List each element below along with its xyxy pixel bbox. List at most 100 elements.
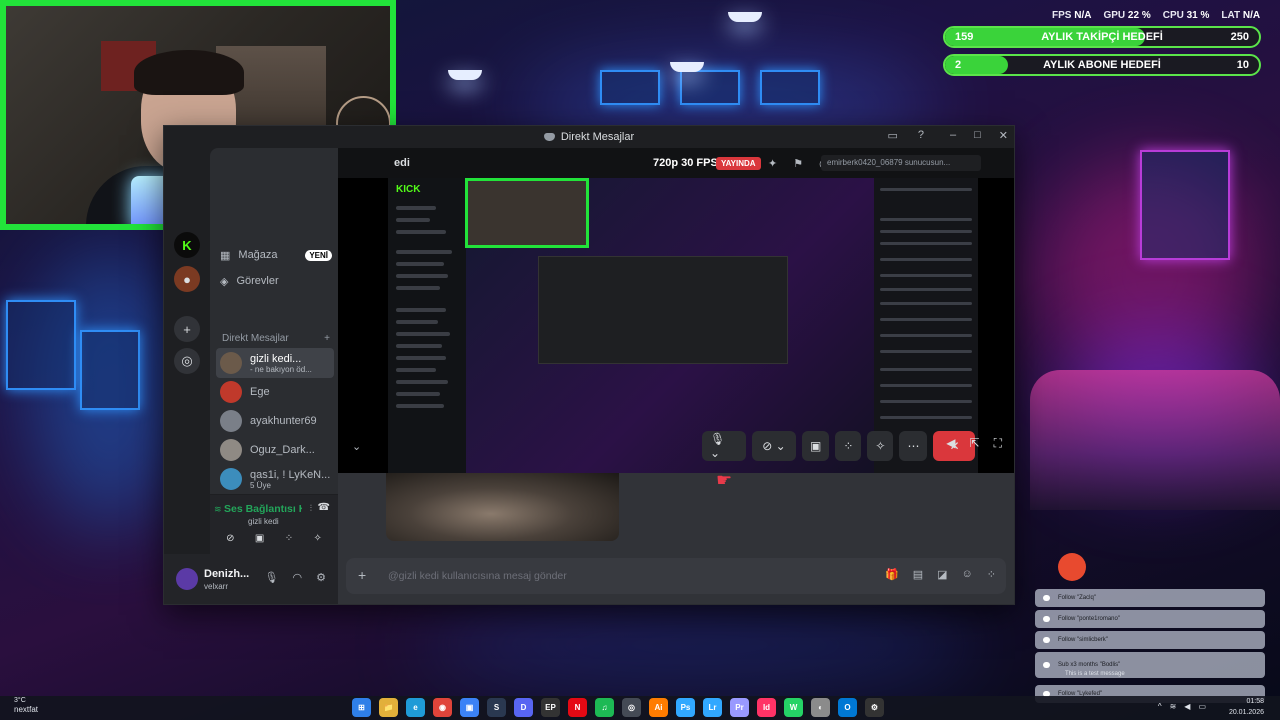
dm-section-header: Direkt Mesajlar + — [222, 333, 330, 344]
discover-icon[interactable]: ◎ — [174, 348, 200, 374]
fullscreen-icon[interactable]: ⛶ — [994, 436, 1002, 451]
taskbar-app-icon[interactable]: Id — [757, 698, 776, 717]
maximize-button[interactable]: □ — [974, 129, 981, 142]
dm-name: qas1i, ! LyKeN... — [250, 468, 331, 481]
server-avatar[interactable]: ● — [174, 266, 200, 292]
taskbar-app-icon[interactable]: S — [487, 698, 506, 717]
shop-icon: ▦ — [220, 249, 231, 262]
status-text: nextfat — [14, 705, 39, 714]
username: Denizh... — [204, 568, 250, 580]
taskbar-app-icon[interactable]: ▣ — [460, 698, 479, 717]
dm-name: ayakhunter69 — [250, 415, 317, 427]
speaker-icon[interactable]: ◀ — [1184, 702, 1190, 711]
soundboard-button[interactable]: ✧ — [867, 431, 894, 461]
camera-off-icon[interactable]: ⊘ — [226, 533, 234, 544]
attach-plus-icon[interactable]: + — [358, 567, 366, 583]
battery-icon[interactable]: ▭ — [1198, 702, 1206, 711]
apps-icon[interactable]: ⁘ — [987, 568, 996, 581]
heart-icon — [1043, 616, 1050, 622]
taskbar: 3°C nextfat ⊞ 📁 e ◉ ▣ S D EP N ♫ ◎ Ai Ps Lr Pr Id W ◐ O ⚙ ^… — [0, 696, 1280, 720]
voice-connection-panel: ≋ Ses Bağlantısı K ⫶ ☎ gizli kedi ⊘ ▣ ⁘ … — [210, 494, 338, 554]
pin-icon[interactable]: ✦ — [768, 157, 777, 170]
taskbar-app-icon[interactable]: ♫ — [595, 698, 614, 717]
background-monitor — [760, 70, 820, 105]
clock[interactable]: 01:58 20.01.2026 — [1229, 696, 1264, 718]
taskbar-app-icon[interactable]: ◉ — [433, 698, 452, 717]
toggle-camera-button[interactable]: ⊘ ⌄ — [752, 431, 796, 461]
goal-label: AYLIK TAKİPÇİ HEDEFİ — [1041, 31, 1163, 43]
server-kick[interactable]: K — [174, 232, 200, 258]
screen-share-icon[interactable]: ▣ — [255, 533, 264, 544]
background-monitor — [600, 70, 660, 105]
stream-channel-name: edi — [394, 157, 410, 169]
taskbar-app-icon[interactable]: ⚙ — [865, 698, 884, 717]
taskbar-app-icon[interactable]: Ps — [676, 698, 695, 717]
headphones-icon[interactable]: ◠ — [293, 571, 303, 584]
dm-name: Ege — [250, 386, 270, 398]
microphone-icon[interactable]: 🎙 — [265, 571, 279, 584]
help-icon[interactable]: ? — [918, 129, 924, 142]
sidebar-item-shop[interactable]: ▦ Mağaza YENİ — [220, 244, 332, 266]
dm-item[interactable]: gizli kedi... - ne bakıyon öd... — [216, 348, 334, 378]
taskbar-app-icon[interactable]: 📁 — [379, 698, 398, 717]
call-controls: 🎙 ⌄ ⊘ ⌄ ▣ ⁘ ✧ ⋯ ✕ — [702, 431, 976, 461]
alert-note: This is a test message — [1065, 671, 1125, 677]
add-server-icon[interactable]: + — [174, 316, 200, 342]
taskbar-app-icon[interactable]: Pr — [730, 698, 749, 717]
disconnect-icon[interactable]: ☎ — [318, 502, 330, 513]
sticker-icon[interactable]: ◪ — [937, 568, 947, 581]
add-friend-icon[interactable]: ⚑ — [793, 157, 803, 170]
gif-icon[interactable]: ▤ — [913, 568, 923, 581]
dm-item[interactable]: Ege — [216, 377, 334, 407]
emoji-icon[interactable]: ☺ — [962, 568, 973, 581]
image-attachment[interactable] — [386, 473, 619, 541]
stat-gpu: GPU 22 % — [1103, 10, 1151, 21]
taskbar-app-icon[interactable]: W — [784, 698, 803, 717]
search-input[interactable]: emirberk0420_06879 sunucusun... — [821, 155, 981, 171]
clock-time: 01:58 — [1246, 698, 1264, 705]
inbox-icon[interactable]: ▭ — [887, 129, 897, 142]
minimize-button[interactable]: – — [950, 129, 956, 142]
taskbar-app-icon[interactable]: N — [568, 698, 587, 717]
settings-gear-icon[interactable]: ⚙ — [316, 571, 326, 584]
more-options-button[interactable]: ⋯ — [899, 431, 928, 461]
screen-share-button[interactable]: ▣ — [802, 431, 830, 461]
volume-icon[interactable]: ◀ — [946, 436, 955, 451]
avatar — [220, 439, 242, 461]
create-dm-button[interactable]: + — [324, 333, 330, 344]
taskbar-app-icon[interactable]: Ai — [649, 698, 668, 717]
chevron-down-icon[interactable]: ⌄ — [352, 440, 361, 453]
mute-microphone-button[interactable]: 🎙 ⌄ — [702, 431, 746, 461]
popout-icon[interactable]: ⇱ — [970, 436, 980, 451]
close-button[interactable]: ✕ — [999, 129, 1008, 142]
taskbar-app-icon[interactable]: ◎ — [622, 698, 641, 717]
voice-status[interactable]: Ses Bağlantısı K — [224, 503, 302, 515]
stream-quality: 720p 30 FPS — [653, 157, 718, 169]
avatar[interactable] — [176, 568, 198, 590]
activity-icon[interactable]: ⁘ — [285, 533, 293, 544]
gift-icon[interactable]: 🎁 — [885, 568, 899, 581]
chevron-up-icon[interactable]: ^ — [1158, 702, 1162, 711]
signal-icon: ≋ — [214, 504, 222, 514]
taskbar-app-icon[interactable]: e — [406, 698, 425, 717]
window-titlebar: Direkt Mesajlar ▭ ? – □ ✕ — [164, 126, 1014, 148]
dm-item[interactable]: qas1i, ! LyKeN... 5 Üye — [216, 464, 334, 494]
wifi-icon[interactable]: ≋ — [1170, 702, 1177, 711]
message-input[interactable]: @gizli kedi kullanıcısına mesaj gönder — [388, 570, 567, 582]
noise-suppression-icon[interactable]: ⫶ — [310, 503, 312, 514]
taskbar-app-icon[interactable]: Lr — [703, 698, 722, 717]
sidebar-item-label: Mağaza — [238, 249, 278, 261]
dm-item[interactable]: Oguz_Dark... — [216, 435, 334, 465]
sidebar-item-quests[interactable]: ◈ Görevler — [220, 270, 332, 292]
soundboard-icon[interactable]: ✧ — [313, 533, 321, 544]
ceiling-lamp — [670, 62, 704, 72]
taskbar-app-icon[interactable]: D — [514, 698, 533, 717]
taskbar-app-icon[interactable]: ⊞ — [352, 698, 371, 717]
taskbar-app-icon[interactable]: O — [838, 698, 857, 717]
activities-button[interactable]: ⁘ — [835, 431, 862, 461]
dm-item[interactable]: ayakhunter69 — [216, 406, 334, 436]
taskbar-app-icon[interactable]: EP — [541, 698, 560, 717]
weather-widget[interactable]: 3°C — [14, 697, 26, 704]
server-list: K ● + ◎ — [164, 148, 210, 604]
taskbar-app-icon[interactable]: ◐ — [811, 698, 830, 717]
